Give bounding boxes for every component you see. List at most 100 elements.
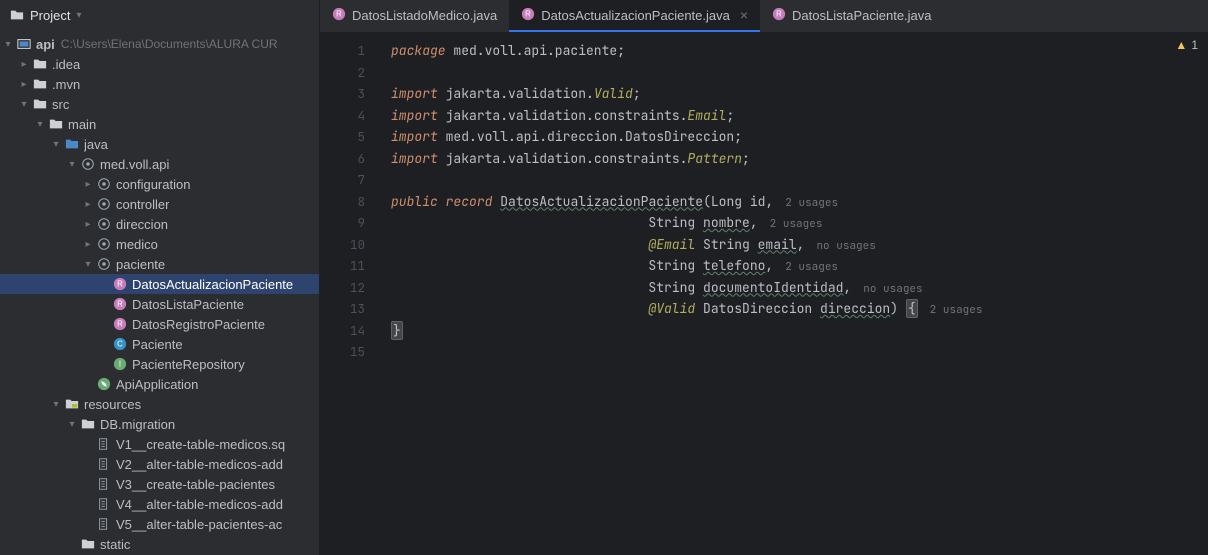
folder-src-icon (64, 136, 80, 152)
svg-text:R: R (117, 320, 123, 329)
tree-item[interactable]: ▸ .idea (0, 54, 319, 74)
line-number: 5 (320, 126, 365, 148)
pkg-icon (96, 196, 112, 212)
tree-arrow-icon[interactable]: ▾ (48, 399, 64, 410)
tree-arrow-icon[interactable]: ▾ (64, 419, 80, 430)
tree-item[interactable]: V2__alter-table-medicos-add (0, 454, 319, 474)
tree-item-label: DatosListaPaciente (132, 297, 244, 312)
sidebar-header[interactable]: Project ▾ (0, 0, 319, 30)
tree-item[interactable]: ▾ java (0, 134, 319, 154)
tree-item-label: V4__alter-table-medicos-add (116, 497, 283, 512)
folder-icon (32, 76, 48, 92)
tree-item[interactable]: ▸ direccion (0, 214, 319, 234)
sidebar-title: Project (30, 8, 70, 23)
tree-arrow-icon[interactable]: ▾ (32, 119, 48, 130)
tree-item[interactable]: V1__create-table-medicos.sq (0, 434, 319, 454)
editor-tab[interactable]: R DatosActualizacionPaciente.java × (509, 0, 760, 32)
tree-item[interactable]: ▾ paciente (0, 254, 319, 274)
tree-item[interactable]: ▾ med.voll.api (0, 154, 319, 174)
tree-item-label: configuration (116, 177, 190, 192)
line-number: 7 (320, 169, 365, 191)
pkg-icon (96, 256, 112, 272)
tree-item[interactable]: V5__alter-table-pacientes-ac (0, 514, 319, 534)
folder-icon (48, 116, 64, 132)
tree-item[interactable]: ApiApplication (0, 374, 319, 394)
record-icon: R (772, 7, 786, 24)
sql-icon (96, 496, 112, 512)
svg-text:R: R (525, 9, 531, 18)
project-tree: ▾ api C:\Users\Elena\Documents\ALURA CUR… (0, 30, 319, 555)
tree-item[interactable]: IPacienteRepository (0, 354, 319, 374)
tree-item[interactable]: C Paciente (0, 334, 319, 354)
tab-label: DatosListaPaciente.java (792, 8, 931, 23)
folder-icon (32, 96, 48, 112)
tree-item-label: paciente (116, 257, 165, 272)
tree-item[interactable]: ▸controller (0, 194, 319, 214)
tree-arrow-icon[interactable]: ▾ (48, 139, 64, 150)
pkg-icon (80, 156, 96, 172)
folder-res-icon (64, 396, 80, 412)
tree-arrow-icon[interactable]: ▸ (80, 219, 96, 230)
line-number: 3 (320, 83, 365, 105)
tree-item-label: DB.migration (100, 417, 175, 432)
folder-icon (80, 536, 96, 552)
line-number: 11 (320, 255, 365, 277)
tree-item[interactable]: V4__alter-table-medicos-add (0, 494, 319, 514)
editor-tabs: RDatosListadoMedico.javaRDatosActualizac… (320, 0, 1208, 32)
tree-arrow-icon[interactable]: ▸ (16, 59, 32, 70)
tree-item[interactable]: ▸ configuration (0, 174, 319, 194)
record-icon: R (332, 7, 346, 24)
tree-arrow-icon[interactable]: ▾ (16, 99, 32, 110)
svg-text:R: R (336, 9, 342, 18)
tree-item[interactable]: ▾ DB.migration (0, 414, 319, 434)
svg-text:R: R (776, 9, 782, 18)
tree-item[interactable]: ▸.mvn (0, 74, 319, 94)
tree-item[interactable]: R DatosListaPaciente (0, 294, 319, 314)
record-icon: R (521, 7, 535, 24)
sql-icon (96, 436, 112, 452)
tree-item-label: ApiApplication (116, 377, 198, 392)
tree-item[interactable]: R DatosActualizacionPaciente (0, 274, 319, 294)
sql-icon (96, 476, 112, 492)
editor-tab[interactable]: R DatosListaPaciente.java (760, 0, 943, 32)
chevron-down-icon[interactable]: ▾ (76, 10, 81, 21)
tree-item[interactable]: ▾resources (0, 394, 319, 414)
tree-item[interactable]: ▸medico (0, 234, 319, 254)
tree-item-label: DatosRegistroPaciente (132, 317, 265, 332)
svg-text:R: R (117, 280, 123, 289)
tree-item-label: V5__alter-table-pacientes-ac (116, 517, 282, 532)
folder-icon (10, 8, 24, 22)
tree-item[interactable]: V3__create-table-pacientes (0, 474, 319, 494)
line-number: 4 (320, 105, 365, 127)
tree-arrow-icon[interactable]: ▸ (16, 79, 32, 90)
line-number: 8 (320, 191, 365, 213)
record-icon: R (112, 316, 128, 332)
tree-item[interactable]: R DatosRegistroPaciente (0, 314, 319, 334)
tree-item[interactable]: ▾src (0, 94, 319, 114)
editor-tab[interactable]: RDatosListadoMedico.java (320, 0, 509, 32)
tree-item-label: DatosActualizacionPaciente (132, 277, 293, 292)
line-number: 15 (320, 341, 365, 363)
code-editor[interactable]: package med.voll.api.paciente; import ja… (375, 32, 1208, 555)
tree-item[interactable]: ▾ main (0, 114, 319, 134)
tree-item-label: main (68, 117, 96, 132)
tree-item-label: .idea (52, 57, 80, 72)
tree-arrow-icon[interactable]: ▸ (80, 239, 96, 250)
tree-arrow-icon[interactable]: ▸ (80, 179, 96, 190)
tree-arrow-icon[interactable]: ▾ (80, 259, 96, 270)
tree-root-path: C:\Users\Elena\Documents\ALURA CUR (61, 37, 278, 51)
tree-item-label: java (84, 137, 108, 152)
tree-arrow-icon[interactable]: ▾ (64, 159, 80, 170)
record-icon: R (112, 296, 128, 312)
svg-text:C: C (117, 340, 123, 349)
tree-root[interactable]: ▾ api C:\Users\Elena\Documents\ALURA CUR (0, 34, 319, 54)
tree-item-label: direccion (116, 217, 168, 232)
tree-item-label: Paciente (132, 337, 183, 352)
close-icon[interactable]: × (740, 7, 748, 23)
tree-item[interactable]: static (0, 534, 319, 554)
tree-item-label: med.voll.api (100, 157, 169, 172)
record-icon: R (112, 276, 128, 292)
tab-label: DatosActualizacionPaciente.java (541, 8, 730, 23)
editor-area: RDatosListadoMedico.javaRDatosActualizac… (320, 0, 1208, 555)
tree-arrow-icon[interactable]: ▸ (80, 199, 96, 210)
